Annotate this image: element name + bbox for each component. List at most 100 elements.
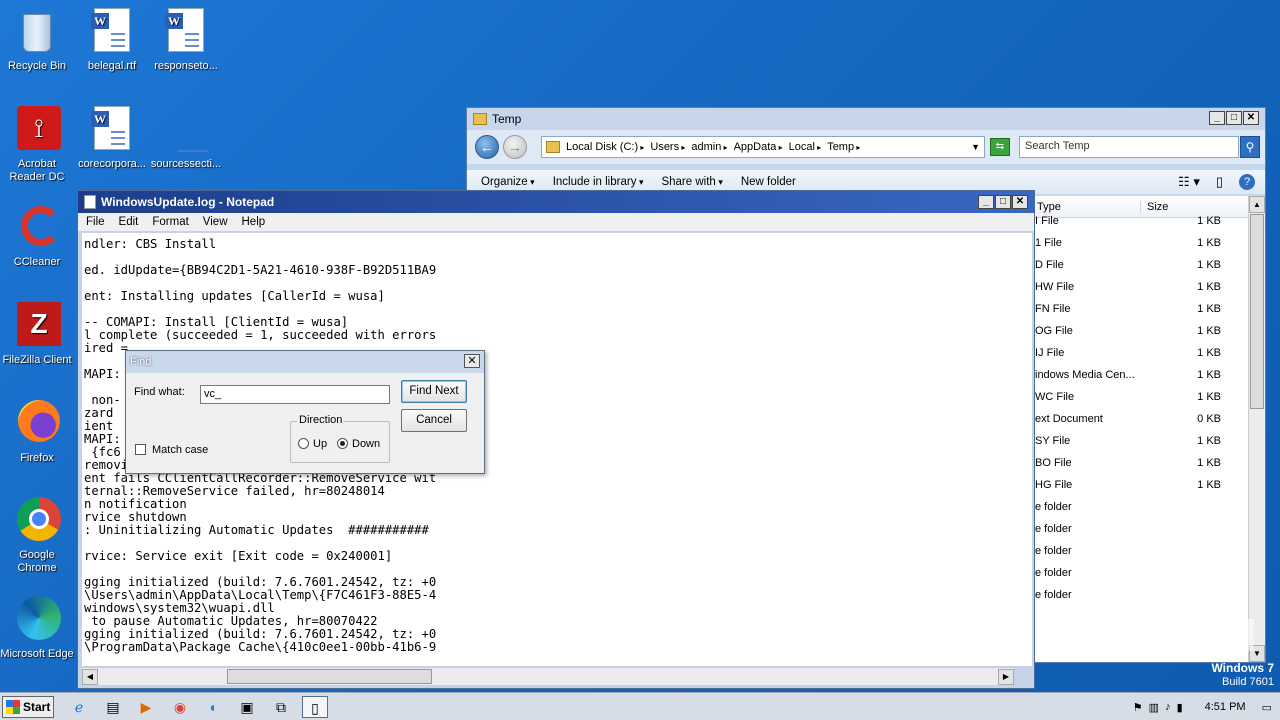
column-header-size[interactable]: Size [1141,201,1241,213]
folder-icon [473,113,487,125]
share-with-button[interactable]: Share with [661,176,722,188]
scrollbar-thumb[interactable] [1250,214,1264,409]
file-row[interactable]: HW File 1 KB [1033,276,1265,298]
window-switcher-icon[interactable]: ⧉ [268,696,294,718]
notepad-taskbar-button[interactable]: ▯ [302,696,328,718]
menu-file[interactable]: File [86,216,105,228]
file-row[interactable]: e folder [1033,584,1265,606]
file-row[interactable]: e folder [1033,562,1265,584]
action-center-flag-icon[interactable]: ⚑ [1133,701,1143,714]
match-case-checkbox[interactable]: Match case [135,444,208,456]
start-button[interactable]: Start [2,696,54,718]
breadcrumb-local-disk[interactable]: Local Disk (C:) [566,141,644,153]
search-input[interactable]: Search Temp [1019,136,1239,158]
search-icon[interactable]: ⚲ [1240,136,1260,158]
file-row[interactable]: IJ File 1 KB [1033,342,1265,364]
taskbar-clock[interactable]: 4:51 PM [1205,701,1246,713]
file-row[interactable]: ext Document 0 KB [1033,408,1265,430]
file-type: e folder [1035,501,1072,513]
file-row[interactable]: e folder [1033,540,1265,562]
desktop-icon-firefox[interactable]: Firefox [0,400,74,465]
desktop-icon-recycle-bin[interactable]: Recycle Bin [0,8,74,73]
view-options-icon[interactable]: ☷ ▾ [1178,174,1200,190]
radio-up-icon[interactable] [298,438,309,449]
scroll-right-arrow-icon[interactable]: ▶ [998,669,1014,685]
close-icon[interactable]: ✕ [464,354,480,368]
find-what-input[interactable]: vc_ [200,385,390,404]
minimize-button[interactable]: _ [1209,111,1225,125]
menu-help[interactable]: Help [242,216,266,228]
breadcrumb-temp[interactable]: Temp [827,141,860,153]
file-list-scrollbar[interactable]: ▲ ▼ [1248,196,1265,662]
file-row[interactable]: SY File 1 KB [1033,430,1265,452]
chevron-down-icon[interactable]: ▼ [971,142,980,152]
remote-desktop-icon[interactable]: ▣ [234,696,260,718]
menu-format[interactable]: Format [152,216,188,228]
desktop-icon-chrome[interactable]: Google Chrome [0,497,74,575]
scrollbar-thumb[interactable] [227,669,432,684]
preview-pane-icon[interactable]: ▯ [1216,174,1223,190]
refresh-icon[interactable]: ⇆ [990,138,1010,156]
show-desktop-icon[interactable]: ▭ [1262,701,1272,714]
menu-view[interactable]: View [203,216,228,228]
find-next-button[interactable]: Find Next [401,380,467,403]
file-row[interactable]: e folder [1033,496,1265,518]
file-explorer-icon[interactable]: ▤ [100,696,126,718]
direction-down-radio[interactable]: Down [337,438,380,450]
file-row[interactable]: WC File 1 KB [1033,386,1265,408]
organize-button[interactable]: Organize [481,176,535,188]
breadcrumb-admin[interactable]: admin [691,141,727,153]
desktop-icon-sourcessecti[interactable]: sourcessecti... [149,106,223,171]
edge-taskbar-icon[interactable]: ◐ [201,696,227,718]
desktop-icon-ccleaner[interactable]: CCleaner [0,204,74,269]
file-row[interactable]: FN File 1 KB [1033,298,1265,320]
include-in-library-button[interactable]: Include in library [553,176,644,188]
find-dialog-titlebar[interactable]: Find [126,351,484,373]
notepad-titlebar[interactable]: WindowsUpdate.log - Notepad [78,191,1034,213]
address-bar[interactable]: Local Disk (C:) Users admin AppData Loca… [541,136,985,158]
desktop-icon-corecorpora[interactable]: W corecorpora... [75,106,149,171]
help-icon[interactable]: ? [1239,174,1255,190]
explorer-titlebar[interactable]: Temp [467,108,1265,130]
column-header-type[interactable]: Type [1033,200,1141,213]
checkbox-icon[interactable] [135,444,146,455]
new-folder-button[interactable]: New folder [741,176,796,188]
forward-arrow-icon[interactable]: → [503,135,527,159]
file-row[interactable]: I File 1 KB [1033,210,1265,232]
menu-edit[interactable]: Edit [119,216,139,228]
breadcrumb-users[interactable]: Users [650,141,685,153]
desktop-icon-edge[interactable]: Microsoft Edge [0,596,74,661]
media-player-icon[interactable]: ▶ [133,696,159,718]
file-row[interactable]: HG File 1 KB [1033,474,1265,496]
file-row[interactable]: 1 File 1 KB [1033,232,1265,254]
radio-down-icon[interactable] [337,438,348,449]
desktop-icon-filezilla[interactable]: Z FileZilla Client [0,302,74,367]
back-arrow-icon[interactable]: ← [475,135,499,159]
breadcrumb-appdata[interactable]: AppData [734,141,783,153]
chrome-taskbar-icon[interactable]: ◉ [167,696,193,718]
maximize-button[interactable]: □ [1226,111,1242,125]
direction-up-radio[interactable]: Up [298,438,327,450]
cancel-button[interactable]: Cancel [401,409,467,432]
volume-icon[interactable]: ♪ [1165,701,1171,713]
file-row[interactable]: indows Media Cen... 1 KB [1033,364,1265,386]
network-icon[interactable]: ▥ [1149,701,1159,714]
scroll-up-arrow-icon[interactable]: ▲ [1249,196,1265,213]
anyrun-watermark: ANY RUN [1036,609,1259,661]
minimize-button[interactable]: _ [978,195,994,209]
close-button[interactable]: ✕ [1243,111,1259,125]
desktop-icon-acrobat[interactable]: ⟟ Acrobat Reader DC [0,106,74,184]
scroll-left-arrow-icon[interactable]: ◀ [82,669,98,685]
file-row[interactable]: BO File 1 KB [1033,452,1265,474]
power-icon[interactable]: ▮ [1177,701,1183,714]
breadcrumb-local[interactable]: Local [789,141,822,153]
close-button[interactable]: ✕ [1012,195,1028,209]
internet-explorer-icon[interactable]: ℯ [66,696,92,718]
file-row[interactable]: OG File 1 KB [1033,320,1265,342]
file-row[interactable]: e folder [1033,518,1265,540]
notepad-horizontal-scrollbar[interactable]: ◀ ▶ [82,667,1014,685]
maximize-button[interactable]: □ [995,195,1011,209]
desktop-icon-belegal[interactable]: W belegal.rtf [75,8,149,73]
desktop-icon-responseto[interactable]: W responseto... [149,8,223,73]
file-row[interactable]: D File 1 KB [1033,254,1265,276]
